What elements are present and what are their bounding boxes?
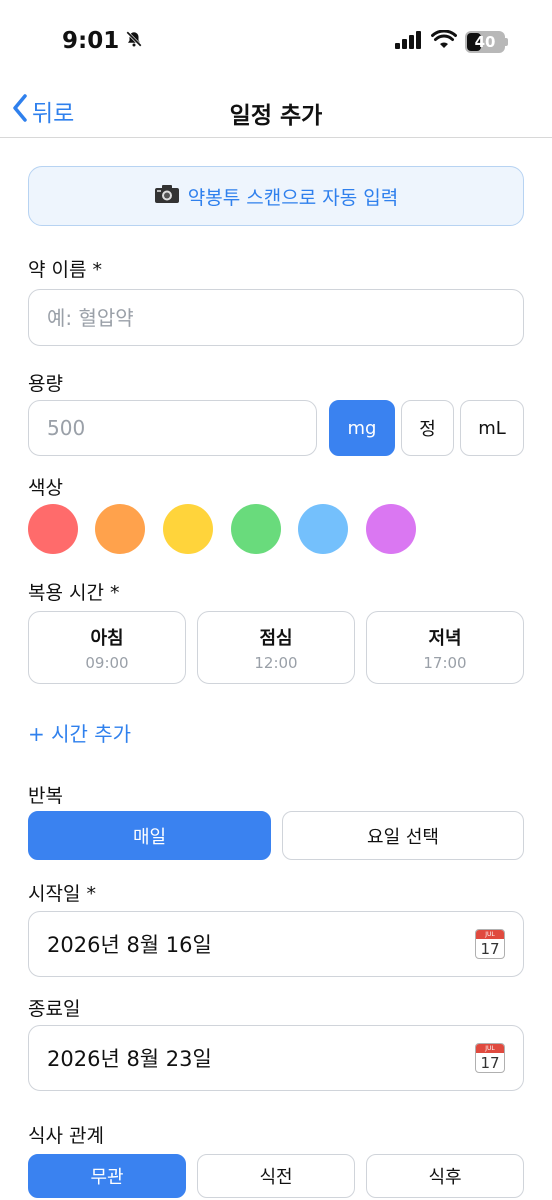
- color-label: 색상: [28, 477, 63, 499]
- medicine-name-input[interactable]: [28, 289, 524, 346]
- dose-time-label: 복용 시간 *: [28, 582, 120, 604]
- status-time: 9:01: [62, 28, 143, 54]
- time-value: 17:00: [423, 653, 467, 672]
- color-swatch-orange[interactable]: [95, 504, 145, 554]
- status-bar: 9:01 40: [0, 0, 552, 80]
- calendar-icon-month: JUL: [476, 1044, 504, 1053]
- end-date-label: 종료일: [28, 998, 81, 1020]
- repeat-weekday-button[interactable]: 요일 선택: [282, 811, 524, 860]
- battery-level: 40: [474, 33, 496, 51]
- calendar-icon: JUL 17: [475, 1043, 505, 1073]
- calendar-icon: JUL 17: [475, 929, 505, 959]
- meal-before-button[interactable]: 식전: [197, 1154, 355, 1198]
- page-title: 일정 추가: [229, 103, 323, 129]
- battery-cap: [505, 38, 508, 46]
- repeat-label: 반복: [28, 785, 63, 807]
- scan-envelope-button[interactable]: 약봉투 스캔으로 자동 입력: [28, 166, 524, 226]
- color-swatch-purple[interactable]: [366, 504, 416, 554]
- bell-slash-icon: [125, 28, 143, 54]
- status-time-text: 9:01: [62, 28, 120, 54]
- scan-label: 약봉투 스캔으로 자동 입력: [187, 186, 399, 209]
- calendar-icon-day: 17: [480, 940, 500, 958]
- end-date-value: 2026년 8월 23일: [47, 1047, 212, 1071]
- end-date-field[interactable]: 2026년 8월 23일 JUL 17: [28, 1025, 524, 1091]
- battery-body: 40: [465, 31, 505, 53]
- time-name: 저녁: [428, 627, 462, 649]
- add-time-button[interactable]: + 시간 추가: [28, 718, 131, 747]
- unit-ml-button[interactable]: mL: [460, 400, 524, 456]
- meal-relation-label: 식사 관계: [28, 1125, 104, 1147]
- time-name: 점심: [259, 627, 293, 649]
- color-swatch-yellow[interactable]: [163, 504, 213, 554]
- repeat-daily-button[interactable]: 매일: [28, 811, 271, 860]
- medicine-name-label: 약 이름 *: [28, 259, 103, 281]
- color-swatch-green[interactable]: [231, 504, 281, 554]
- color-swatch-red[interactable]: [28, 504, 78, 554]
- start-date-value: 2026년 8월 16일: [47, 933, 212, 957]
- time-card-evening[interactable]: 저녁 17:00: [366, 611, 524, 684]
- meal-none-button[interactable]: 무관: [28, 1154, 186, 1198]
- signal-icon: [395, 31, 423, 53]
- dose-input[interactable]: [28, 400, 317, 456]
- meal-after-button[interactable]: 식후: [366, 1154, 524, 1198]
- unit-tablet-button[interactable]: 정: [401, 400, 454, 456]
- navigation-bar: 뒤로 일정 추가: [0, 80, 552, 138]
- camera-icon: [154, 184, 180, 209]
- color-swatch-blue[interactable]: [298, 504, 348, 554]
- calendar-icon-day: 17: [480, 1054, 500, 1072]
- status-icons: 40: [395, 29, 508, 54]
- wifi-icon: [431, 29, 457, 54]
- unit-mg-button[interactable]: mg: [329, 400, 395, 456]
- start-date-label: 시작일 *: [28, 883, 96, 905]
- battery-icon: 40: [465, 31, 508, 53]
- time-value: 09:00: [85, 653, 129, 672]
- time-card-lunch[interactable]: 점심 12:00: [197, 611, 355, 684]
- calendar-icon-month: JUL: [476, 930, 504, 939]
- dose-label: 용량: [28, 373, 63, 395]
- time-value: 12:00: [254, 653, 298, 672]
- start-date-field[interactable]: 2026년 8월 16일 JUL 17: [28, 911, 524, 977]
- time-name: 아침: [90, 627, 124, 649]
- time-card-morning[interactable]: 아침 09:00: [28, 611, 186, 684]
